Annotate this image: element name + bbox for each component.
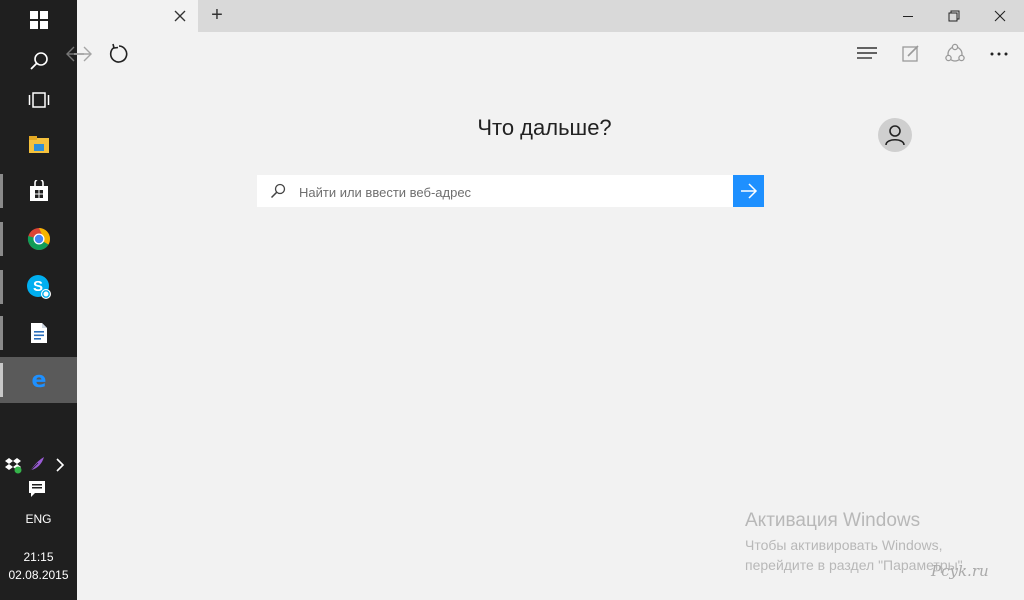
chrome-button[interactable]: [0, 216, 77, 262]
hub-lines-icon: [857, 47, 877, 59]
svg-text:e: e: [31, 369, 46, 391]
clock-date[interactable]: 02.08.2015: [0, 568, 77, 582]
skype-icon: S: [26, 275, 51, 299]
user-icon: [885, 125, 905, 146]
edge-icon: e: [31, 369, 46, 391]
navigation-bar: [66, 32, 1024, 76]
language-indicator[interactable]: ENG: [0, 512, 77, 526]
pinned-indicator: [0, 222, 3, 256]
task-view-icon: [28, 92, 49, 108]
edge-button[interactable]: e: [0, 357, 77, 403]
edge-window: + Что дальше? Найти или ввести веб-адрес…: [66, 0, 1024, 600]
store-bag-icon: [29, 180, 48, 201]
file-explorer-button[interactable]: [0, 122, 77, 168]
refresh-button[interactable]: [97, 32, 141, 76]
close-window-button[interactable]: [977, 0, 1023, 32]
dropbox-tray-icon[interactable]: [4, 456, 24, 476]
share-button[interactable]: [933, 32, 977, 76]
search-icon: [29, 52, 48, 70]
search-icon: [270, 183, 286, 199]
arrow-right-icon: [740, 183, 757, 199]
skype-button[interactable]: S: [0, 264, 77, 310]
activation-title: Активация Windows: [745, 510, 921, 531]
page-title: Что дальше?: [477, 115, 612, 140]
pinned-indicator: [0, 270, 3, 304]
feather-tray-icon[interactable]: [27, 455, 47, 475]
pinned-indicator: [0, 363, 3, 397]
more-dots-icon: [990, 52, 1008, 56]
web-note-button[interactable]: [889, 32, 933, 76]
site-watermark: Pcyk.ru: [931, 562, 989, 580]
chrome-icon: [27, 228, 50, 250]
writer-button[interactable]: [0, 310, 77, 356]
tab-bar: +: [77, 0, 1024, 32]
go-button[interactable]: [733, 175, 764, 207]
pinned-indicator: [0, 174, 3, 208]
pen-note-icon: [902, 45, 919, 62]
pinned-indicator: [0, 316, 3, 350]
avatar[interactable]: [878, 118, 912, 152]
minimize-button[interactable]: [885, 0, 931, 32]
show-hidden-icons-chevron-icon[interactable]: [53, 456, 69, 476]
close-tab-icon[interactable]: [174, 10, 186, 22]
action-center-icon[interactable]: [28, 480, 50, 502]
close-icon: [994, 10, 1006, 22]
new-tab-button[interactable]: +: [206, 3, 228, 27]
document-icon: [30, 323, 47, 343]
taskbar: S e ENG 21:15 02.08.2015: [0, 0, 77, 600]
refresh-icon: [109, 43, 128, 63]
activation-line-1: Чтобы активировать Windows,: [745, 537, 943, 553]
more-actions-button[interactable]: [977, 32, 1021, 76]
restore-icon: [948, 10, 960, 22]
search-input[interactable]: [297, 175, 731, 209]
minimize-icon: [903, 16, 913, 17]
search-box[interactable]: [257, 175, 733, 209]
active-tab[interactable]: [77, 0, 198, 32]
forward-arrow-icon: [74, 46, 92, 62]
task-view-button[interactable]: [0, 77, 77, 123]
share-icon: [945, 43, 965, 62]
clock-time[interactable]: 21:15: [0, 550, 77, 564]
windows-logo-icon: [29, 11, 48, 29]
store-button[interactable]: [0, 168, 77, 214]
restore-button[interactable]: [931, 0, 977, 32]
hub-button[interactable]: [845, 32, 889, 76]
folder-icon: [28, 136, 49, 153]
